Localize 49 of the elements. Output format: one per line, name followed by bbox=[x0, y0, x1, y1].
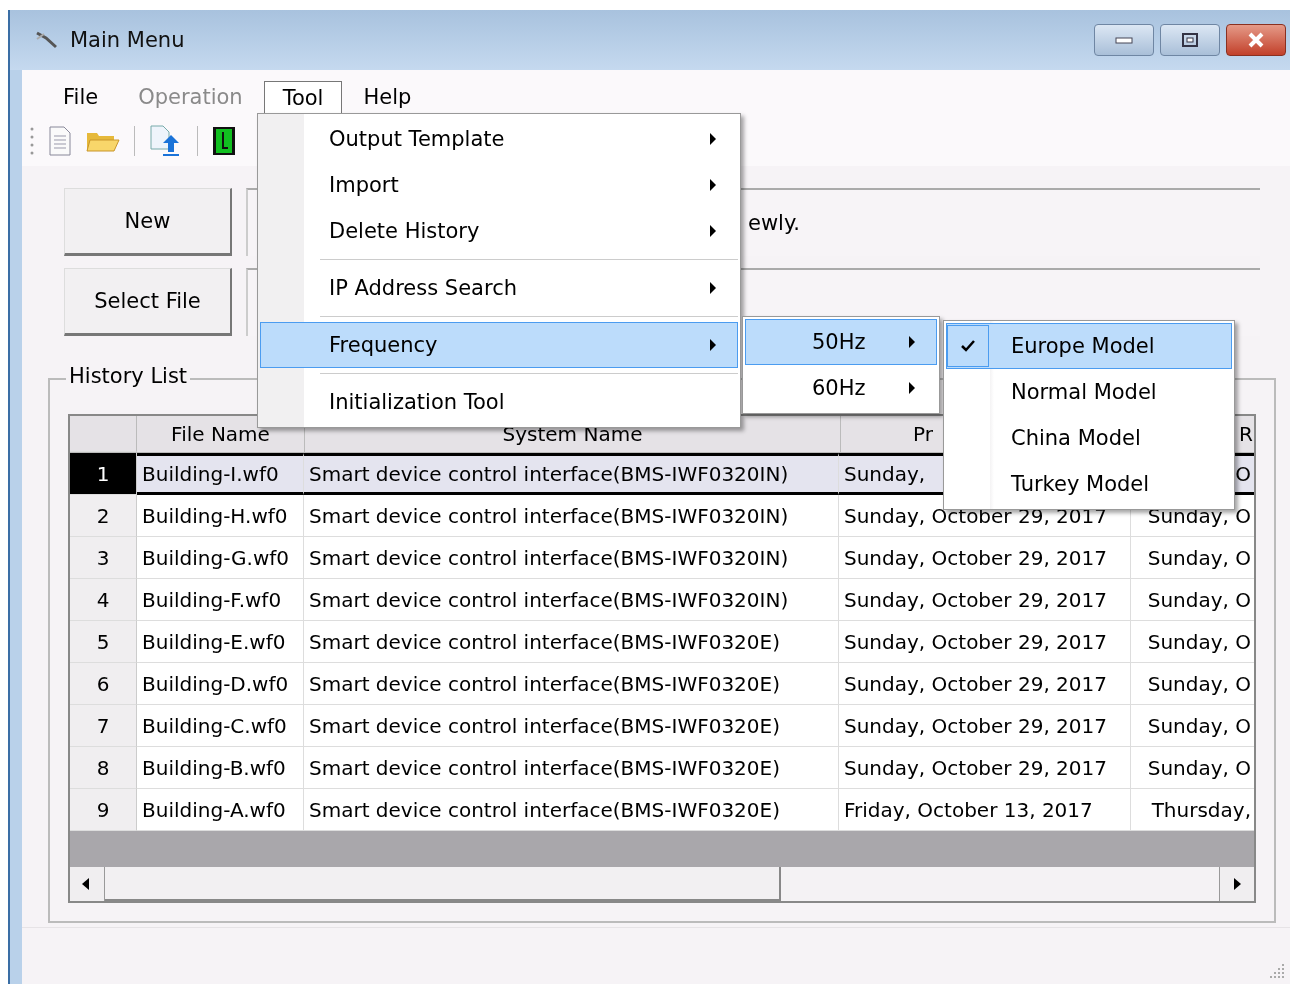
row-header[interactable]: 7 bbox=[70, 705, 137, 747]
group-title: History List bbox=[66, 364, 191, 388]
row-header[interactable]: 8 bbox=[70, 747, 137, 789]
menu-item[interactable]: Help bbox=[344, 80, 431, 116]
table-cell: Building-I.wf0 bbox=[137, 453, 304, 495]
submenu-arrow-icon bbox=[908, 335, 916, 349]
toolbar-grip-icon bbox=[30, 126, 34, 156]
scroll-thumb[interactable] bbox=[105, 867, 781, 901]
row-header[interactable]: 5 bbox=[70, 621, 137, 663]
menu-entry[interactable]: 50Hz bbox=[745, 319, 937, 365]
submenu-arrow-icon bbox=[709, 178, 717, 192]
menu-entry[interactable]: Normal Model bbox=[946, 369, 1232, 415]
action-button[interactable]: New bbox=[64, 188, 232, 256]
submenu-arrow-icon bbox=[709, 338, 717, 352]
row-header[interactable]: 6 bbox=[70, 663, 137, 705]
table-cell: Smart device control interface(BMS-IWF0320IN) bbox=[304, 453, 839, 495]
submenu-arrow-icon bbox=[709, 281, 717, 295]
info-text: ewly. bbox=[748, 211, 801, 235]
submenu-arrow-icon bbox=[709, 224, 717, 238]
table-cell: Friday, October 13, 2017 bbox=[839, 789, 1131, 831]
menu-item[interactable]: File bbox=[44, 80, 118, 116]
close-icon bbox=[1246, 32, 1266, 48]
maximize-button[interactable] bbox=[1160, 24, 1220, 56]
action-button[interactable]: Select File bbox=[64, 268, 232, 336]
row-header[interactable]: 9 bbox=[70, 789, 137, 831]
menu-entry[interactable]: Europe Model bbox=[946, 323, 1232, 369]
window-title: Main Menu bbox=[70, 28, 185, 52]
submenu-arrow-icon bbox=[709, 132, 717, 146]
menu-entry[interactable]: 60Hz bbox=[745, 365, 937, 411]
minimize-button[interactable] bbox=[1094, 24, 1154, 56]
menu-entry[interactable]: IP Address Search bbox=[260, 265, 738, 311]
menu-entry[interactable]: Import bbox=[260, 162, 738, 208]
horizontal-scrollbar[interactable] bbox=[70, 867, 1254, 901]
scroll-left-icon[interactable] bbox=[70, 867, 105, 901]
close-button[interactable] bbox=[1226, 24, 1286, 56]
row-header[interactable]: 3 bbox=[70, 537, 137, 579]
maximize-icon bbox=[1181, 32, 1199, 48]
menu-entry[interactable]: Delete History bbox=[260, 208, 738, 254]
table-cell: Thursday, bbox=[1131, 789, 1254, 831]
submenu-arrow-icon bbox=[908, 381, 916, 395]
scroll-right-icon[interactable] bbox=[1219, 867, 1254, 901]
tools-icon bbox=[34, 29, 60, 51]
menu-entry[interactable]: Frequency bbox=[260, 322, 738, 368]
row-header[interactable]: 2 bbox=[70, 495, 137, 537]
minimize-icon bbox=[1115, 36, 1133, 44]
table-cell: Smart device control interface(BMS-IWF0320E) bbox=[304, 789, 839, 831]
row-header[interactable]: 4 bbox=[70, 579, 137, 621]
row-header[interactable]: 1 bbox=[70, 453, 137, 495]
table-cell: Building-A.wf0 bbox=[137, 789, 304, 831]
